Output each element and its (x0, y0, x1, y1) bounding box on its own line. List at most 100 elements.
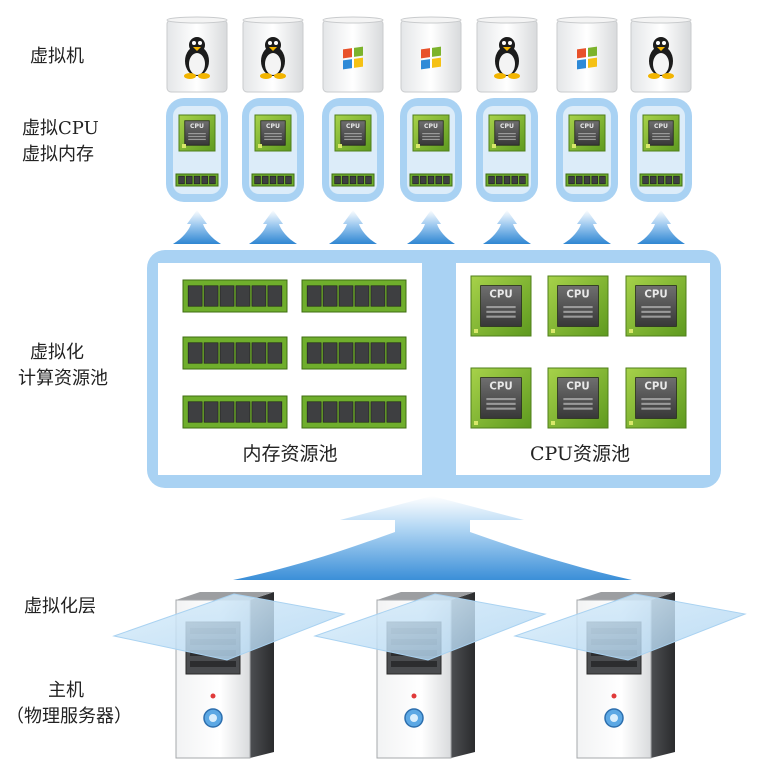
chip-label: CPU (644, 382, 667, 393)
ram-chip (576, 175, 583, 185)
chip-corner-dot (629, 329, 633, 333)
vm-column: CPU (242, 16, 304, 244)
vm-column: CPU (400, 16, 462, 244)
up-arrow-icon (563, 210, 611, 244)
chip-line (498, 138, 516, 141)
chip-line (344, 138, 362, 141)
win-red (577, 48, 586, 59)
vm-box-top (400, 16, 462, 24)
ram-chip (443, 175, 450, 185)
virtualization-architecture-diagram: 虚拟机 虚拟CPU 虚拟内存 虚拟化 计算资源池 虚拟化层 主机 （物理服务器）… (6, 16, 747, 759)
ram-chip (365, 175, 372, 185)
up-arrow-icon (173, 210, 221, 244)
ram-chip (370, 401, 386, 423)
chip-corner-dot (492, 144, 496, 148)
ram-chip (354, 401, 370, 423)
cpu-chip-icon: CPU (470, 275, 532, 337)
chip-line (641, 407, 671, 410)
ram-chip (187, 342, 203, 364)
server-power-center (410, 714, 418, 722)
penguin-foot (662, 73, 674, 79)
ram-chip (488, 175, 495, 185)
ram-chip (370, 342, 386, 364)
server-status-led (210, 693, 216, 699)
chip-line (344, 135, 362, 138)
ram-module-icon (485, 173, 529, 187)
chip-line (563, 398, 593, 401)
chip-line (188, 135, 206, 138)
ram-chip (420, 175, 427, 185)
ram-chip (338, 401, 354, 423)
penguin-foot (508, 73, 520, 79)
chip-line (344, 133, 362, 135)
vm-column: CPU (556, 16, 618, 244)
chip-corner-dot (338, 144, 342, 148)
up-arrow-icon (249, 210, 297, 244)
cpu-chip-icon: CPU (547, 275, 609, 337)
ram-chip (642, 175, 649, 185)
chip-corner-dot (629, 421, 633, 425)
chip-line (422, 133, 440, 135)
ram-chip (285, 175, 292, 185)
ram-module-icon (301, 279, 407, 313)
chip-corner-dot (474, 329, 478, 333)
chip-corner-dot (551, 421, 555, 425)
penguin-foot (198, 73, 210, 79)
memory-pool-label: 内存资源池 (242, 443, 337, 465)
ram-chip (342, 175, 349, 185)
cpu-chip-icon: CPU (568, 114, 606, 152)
win-red (343, 48, 352, 59)
ram-chip (187, 285, 203, 307)
ram-chip (193, 175, 201, 185)
vm-box-top (476, 16, 538, 24)
vm-box-top (166, 16, 228, 24)
ram-chip (186, 175, 193, 185)
win-green (354, 46, 363, 57)
ram-module-icon (639, 173, 683, 187)
ram-chip (599, 175, 606, 185)
ram-chip (511, 175, 518, 185)
chip-line (641, 315, 671, 318)
compute-resource-pool: CPU CPU CPU CPU CPU CPU 内存资源池 CPU资源池 (147, 250, 721, 488)
ram-chip (657, 175, 665, 185)
ram-chip (354, 285, 370, 307)
chip-line (652, 133, 670, 135)
penguin-eye (268, 41, 272, 45)
server-drive-slot (190, 661, 236, 667)
ram-module-icon (182, 336, 288, 370)
chip-label: CPU (346, 123, 360, 130)
server-power-center (610, 714, 618, 722)
win-red (421, 48, 430, 59)
chip-corner-dot (416, 144, 420, 148)
ram-chip (334, 175, 341, 185)
chip-line (498, 133, 516, 135)
chip-line (188, 138, 206, 141)
penguin-eye (656, 41, 660, 45)
chip-line (578, 133, 596, 135)
server-drive-slot (391, 661, 437, 667)
chip-corner-dot (646, 144, 650, 148)
chip-line (563, 407, 593, 410)
virtualization-layer-plane (313, 593, 547, 661)
server-unit (112, 592, 346, 759)
cpu-chip-icon: CPU (625, 367, 687, 429)
chip-line (422, 135, 440, 138)
ram-chip (427, 175, 435, 185)
ram-chip (277, 175, 284, 185)
penguin-eye (198, 41, 202, 45)
cpu-chip-icon: CPU (412, 114, 450, 152)
ram-chip (251, 401, 267, 423)
penguin-belly (499, 53, 515, 75)
ram-chip (386, 285, 402, 307)
penguin-belly (653, 53, 669, 75)
ram-chip (568, 175, 575, 185)
ram-module-icon (182, 279, 288, 313)
chip-line (563, 310, 593, 313)
virtualization-layer-plane (112, 593, 346, 661)
ram-chip (219, 401, 235, 423)
chip-label: CPU (644, 290, 667, 301)
ram-chip (357, 175, 364, 185)
penguin-foot (184, 73, 196, 79)
ram-module-icon (182, 395, 288, 429)
ram-chip (267, 285, 283, 307)
